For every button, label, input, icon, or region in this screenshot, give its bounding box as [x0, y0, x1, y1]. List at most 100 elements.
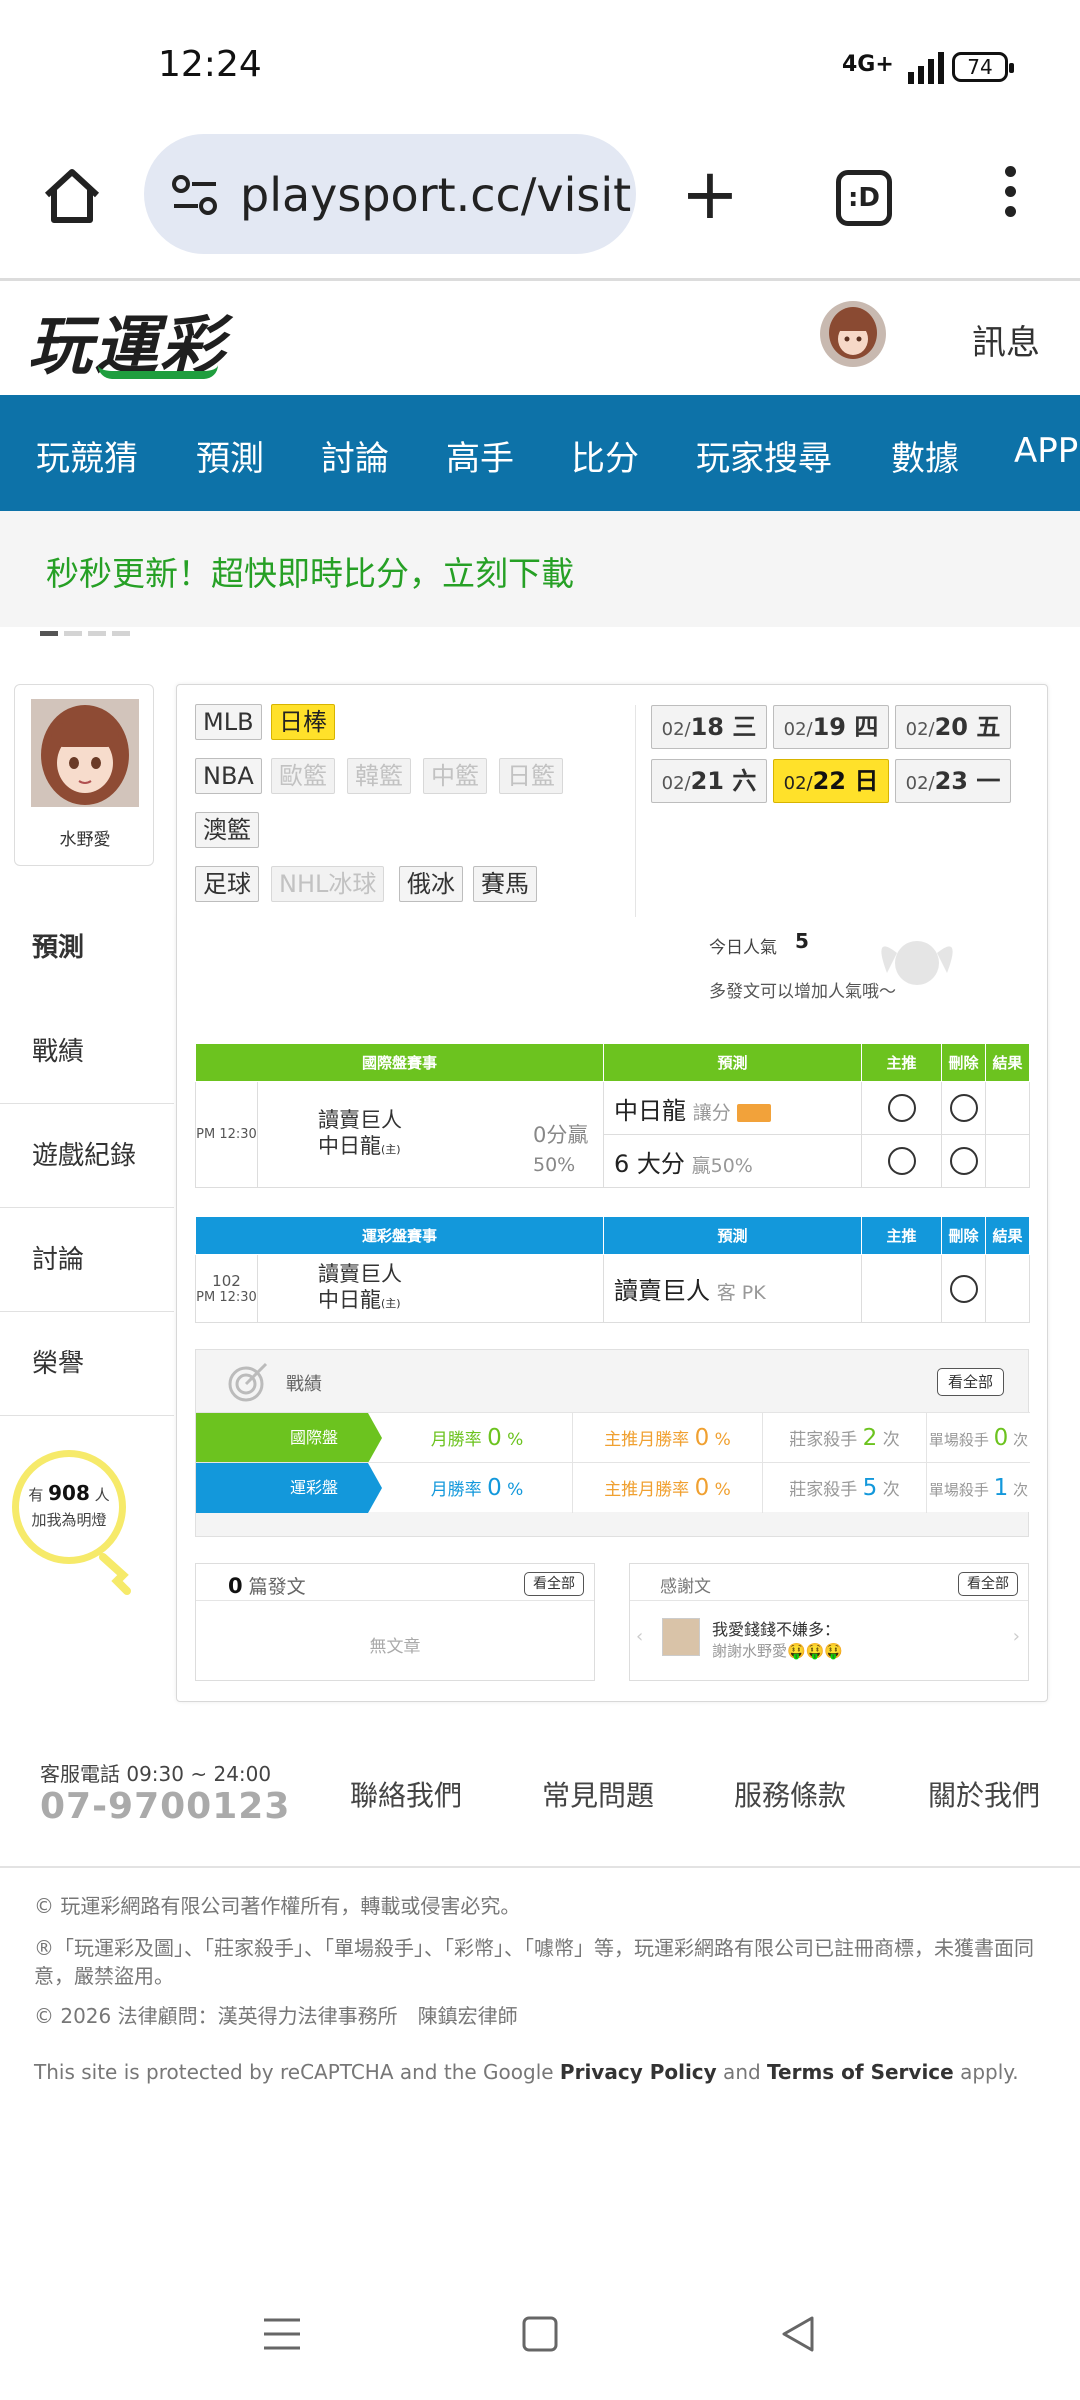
- thanks-view-all-button[interactable]: 看全部: [958, 1572, 1018, 1596]
- logo-swoosh: [98, 365, 218, 379]
- signal-icon: [908, 52, 944, 84]
- address-bar[interactable]: playsport.cc/visit: [144, 134, 636, 254]
- tag-nbl[interactable]: 澳籃: [195, 812, 259, 848]
- main-pick-radio[interactable]: [861, 1081, 943, 1135]
- date-0222-selected[interactable]: 02/22 日: [773, 759, 889, 803]
- profile-name[interactable]: 水野愛: [15, 825, 155, 850]
- footer-link-contact[interactable]: 聯絡我們: [350, 1774, 462, 1814]
- prediction-panel: MLB 日棒 NBA 歐籃 韓籃 中籃 日籃 澳籃 足球 NHL冰球 俄冰 賽馬…: [176, 684, 1048, 1702]
- side-item-honor[interactable]: 榮譽: [0, 1312, 174, 1416]
- no-posts-text: 無文章: [369, 1637, 421, 1657]
- record-row-intl: 國際盤 月勝率 0 % 主推月勝率 0 % 莊家殺手 2 次 單場殺手 0 次: [196, 1412, 1030, 1463]
- terms-of-service-link[interactable]: Terms of Service: [767, 2060, 954, 2084]
- date-0218[interactable]: 02/18 三: [651, 705, 767, 749]
- date-0221[interactable]: 02/21 六: [651, 759, 767, 803]
- legal-advisor-text: © 2026 法律顧問：漢英得力法律事務所 陳鎮宏律師: [34, 2004, 518, 2028]
- col-header-prediction: 預測: [603, 1043, 863, 1082]
- promo-banner[interactable]: 秒秒更新！超快即時比分，立刻下載: [0, 511, 1080, 627]
- date-0223[interactable]: 02/23 一: [895, 759, 1011, 803]
- pick-badge-icon: [737, 1103, 772, 1122]
- header-avatar[interactable]: [820, 301, 886, 367]
- tag-nba[interactable]: NBA: [195, 758, 262, 794]
- service-phone[interactable]: 07-9700123: [40, 1786, 290, 1827]
- date-0220[interactable]: 02/20 五: [895, 705, 1011, 749]
- side-item-record[interactable]: 戰績: [0, 1000, 174, 1104]
- service-hours: 客服電話 09:30 ~ 24:00: [40, 1762, 272, 1786]
- main-nav: 玩競猜 預測 討論 高手 比分 玩家搜尋 數據 APP: [0, 395, 1080, 511]
- nav-item-predict[interactable]: 預測: [196, 431, 264, 480]
- nav-item-discuss[interactable]: 討論: [321, 431, 389, 480]
- nav-item-app[interactable]: APP: [1014, 431, 1078, 471]
- home-button[interactable]: [36, 160, 108, 232]
- lottery-prediction-table: 運彩盤賽事 預測 主推 刪除 結果 102 PM 12:30 讀賣巨人 中日龍(…: [194, 1216, 1031, 1323]
- avatar-image: [820, 301, 886, 367]
- lightbulb-follow[interactable]: 有 908 人 加我為明燈: [12, 1450, 131, 1595]
- handicap-line: 0分贏: [533, 1123, 589, 1147]
- profile-avatar[interactable]: [31, 699, 139, 807]
- posts-view-all-button[interactable]: 看全部: [524, 1572, 584, 1596]
- radio-circle-icon: [887, 1094, 916, 1122]
- main-pick-radio[interactable]: [861, 1134, 943, 1188]
- side-item-discuss[interactable]: 討論: [0, 1208, 174, 1312]
- side-item-predict[interactable]: 預測: [0, 896, 174, 1000]
- browser-menu-button[interactable]: [990, 166, 1030, 226]
- tag-khl[interactable]: 俄冰: [399, 866, 463, 902]
- footer-link-about[interactable]: 關於我們: [928, 1774, 1040, 1814]
- col-header-main-pick: 主推: [861, 1216, 943, 1255]
- date-0219[interactable]: 02/19 四: [773, 705, 889, 749]
- delete-radio[interactable]: [941, 1254, 987, 1323]
- side-item-game-log[interactable]: 遊戲紀錄: [0, 1104, 174, 1208]
- radio-circle-icon: [949, 1147, 978, 1175]
- tag-soccer[interactable]: 足球: [195, 866, 259, 902]
- site-settings-icon[interactable]: [170, 170, 220, 220]
- pick-spread: 讀賣巨人 客 PK: [603, 1254, 863, 1323]
- privacy-policy-link[interactable]: Privacy Policy: [560, 2060, 717, 2084]
- footer-link-faq[interactable]: 常見問題: [542, 1774, 654, 1814]
- nav-item-scores[interactable]: 比分: [571, 431, 639, 480]
- home-square-icon[interactable]: [520, 2314, 560, 2354]
- thanks-user-avatar[interactable]: [662, 1618, 700, 1656]
- banner-text[interactable]: 秒秒更新！超快即時比分，立刻下載: [46, 547, 574, 595]
- col-header-result: 結果: [985, 1043, 1031, 1082]
- tag-npb[interactable]: 日棒: [271, 704, 335, 740]
- popularity-label: 今日人氣: [709, 938, 777, 958]
- col-header-lottery-event: 運彩盤賽事: [194, 1216, 605, 1255]
- tab-switcher-button[interactable]: :D: [836, 170, 892, 226]
- banner-dot[interactable]: [88, 631, 106, 636]
- banner-dot[interactable]: [40, 631, 58, 636]
- home-icon: [44, 169, 100, 223]
- pick-spread: 中日龍 讓分: [603, 1081, 863, 1135]
- tag-cba: 中籃: [423, 758, 487, 794]
- main-pick-cell: [861, 1254, 943, 1323]
- avatar-image: [31, 699, 139, 807]
- delete-radio[interactable]: [941, 1134, 987, 1188]
- game-time: PM 12:30: [195, 1081, 258, 1188]
- monthly-win-rate: 月勝率 0 %: [430, 1475, 524, 1501]
- bookie-killer: 莊家殺手 5 次: [762, 1463, 926, 1513]
- delete-radio[interactable]: [941, 1081, 987, 1135]
- site-logo[interactable]: 玩運彩: [28, 295, 226, 387]
- nav-item-player-search[interactable]: 玩家搜尋: [696, 431, 832, 480]
- cherub-decoration-icon: [881, 941, 953, 985]
- thanks-prev-icon[interactable]: ‹: [636, 1626, 643, 1647]
- record-view-all-button[interactable]: 看全部: [936, 1368, 1004, 1396]
- nav-item-experts[interactable]: 高手: [446, 431, 514, 480]
- banner-dot[interactable]: [64, 631, 82, 636]
- tag-euro-basketball: 歐籃: [271, 758, 335, 794]
- tag-horse-racing[interactable]: 賽馬: [473, 866, 537, 902]
- thanks-next-icon[interactable]: ›: [1013, 1626, 1020, 1647]
- tag-jp-basketball: 日籃: [499, 758, 563, 794]
- tag-mlb[interactable]: MLB: [195, 704, 262, 740]
- nav-item-data[interactable]: 數據: [891, 431, 959, 480]
- new-tab-button[interactable]: +: [680, 159, 740, 229]
- nav-item-guess[interactable]: 玩競猜: [36, 431, 138, 480]
- status-time: 12:24: [158, 44, 262, 85]
- url-text[interactable]: playsport.cc/visit: [240, 168, 631, 222]
- messages-link[interactable]: 訊息: [972, 315, 1040, 364]
- banner-dot[interactable]: [112, 631, 130, 636]
- back-triangle-icon[interactable]: [778, 2314, 818, 2354]
- lightbulb-icon: [99, 1553, 131, 1595]
- recent-apps-icon[interactable]: [262, 2314, 302, 2354]
- footer-link-terms[interactable]: 服務條款: [734, 1774, 846, 1814]
- thanks-author[interactable]: 我愛錢錢不嫌多：: [712, 1616, 840, 1640]
